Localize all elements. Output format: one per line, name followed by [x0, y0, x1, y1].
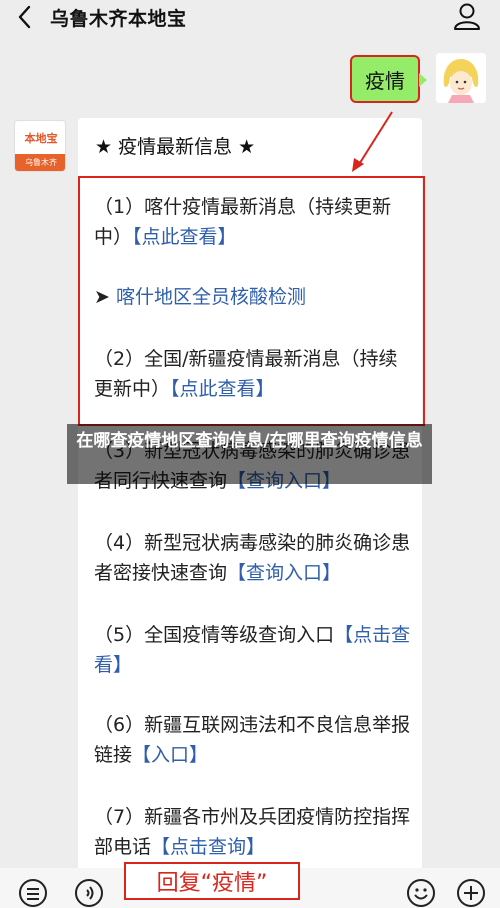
my-message-text: 疫情: [365, 68, 405, 93]
bot-logo-subtext: 乌鲁木齐: [15, 154, 65, 171]
top-bar: 乌鲁木齐本地宝: [0, 0, 500, 36]
link-close-contact-query[interactable]: 【查询入口】: [227, 562, 341, 584]
voice-icon[interactable]: [74, 878, 104, 908]
list-item: （4）新型冠状病毒感染的肺炎确诊患者密接快速查询【查询入口】: [94, 532, 411, 584]
menu-list-icon[interactable]: [18, 878, 48, 908]
annotation-arrow-icon: [352, 111, 393, 172]
back-arrow-icon[interactable]: [12, 3, 40, 31]
link-report-entry[interactable]: 【入口】: [132, 744, 208, 766]
list-item: （6）新疆互联网违法和不良信息举报链接【入口】: [94, 714, 411, 766]
page-title: 乌鲁木齐本地宝: [50, 8, 187, 30]
profile-icon[interactable]: [452, 1, 482, 31]
highlight-box: [78, 176, 425, 426]
list-item: （5）全国疫情等级查询入口【点击查看】: [94, 624, 411, 676]
my-message-bubble[interactable]: 疫情: [350, 55, 427, 103]
cartoon-girl-icon: [436, 53, 486, 103]
list-item: （7）新疆各市州及兵团疫情防控指挥部电话【点击查询】: [94, 806, 411, 858]
plus-icon[interactable]: [456, 878, 486, 908]
emoji-icon[interactable]: [406, 878, 436, 908]
bot-avatar[interactable]: 本地宝 乌鲁木齐: [14, 120, 66, 172]
reply-hint: 回复“疫情”: [124, 862, 300, 900]
card-title: ★ 疫情最新信息 ★: [95, 136, 256, 158]
link-hotline-query[interactable]: 【点击查询】: [151, 836, 265, 858]
avatar[interactable]: [436, 53, 486, 103]
caption-overlay: 在哪查疫情地区查询信息/在哪里查询疫情信息: [67, 424, 432, 484]
bot-logo-text: 本地宝: [24, 132, 58, 145]
